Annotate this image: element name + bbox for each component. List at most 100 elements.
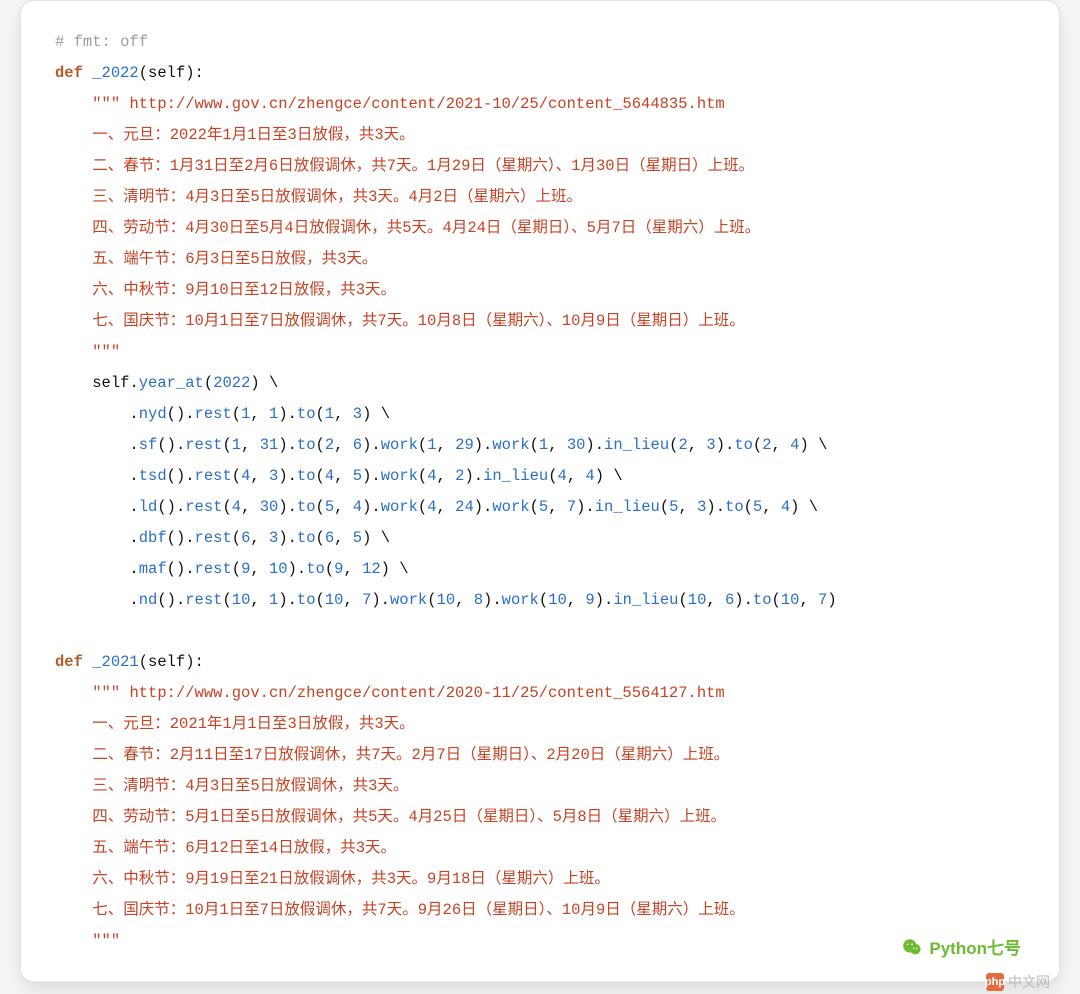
method: to	[297, 498, 316, 516]
method: rest	[195, 405, 232, 423]
line-cont: \	[818, 436, 827, 454]
func-name: _2022	[92, 64, 139, 82]
arg: 4	[585, 467, 594, 485]
arg: 2	[678, 436, 687, 454]
method: in_lieu	[483, 467, 548, 485]
keyword-def: def	[55, 653, 83, 671]
arg: 29	[455, 436, 474, 454]
arg: 6	[725, 591, 734, 609]
docstring-open: """	[92, 95, 120, 113]
arg: 4	[353, 498, 362, 516]
doc2-line-7: 七、国庆节：10月1日至7日放假调休，共7天。9月26日（星期日）、10月9日（…	[92, 901, 745, 919]
arg: 5	[539, 498, 548, 516]
arg: 5	[353, 529, 362, 547]
arg: 4	[232, 498, 241, 516]
arg: 30	[567, 436, 586, 454]
arg: 1	[232, 436, 241, 454]
method: work	[381, 498, 418, 516]
method: rest	[195, 529, 232, 547]
line-cont: \	[399, 560, 408, 578]
method: tsd	[139, 467, 167, 485]
doc2-line-2: 二、春节：2月11日至17日放假调休，共7天。2月7日（星期日）、2月20日（星…	[92, 746, 729, 764]
arg: 12	[362, 560, 381, 578]
arg: 10	[232, 591, 251, 609]
doc2-line-4: 四、劳动节：5月1日至5日放假调休，共5天。4月25日（星期日）、5月8日（星期…	[92, 808, 726, 826]
doc-line-6: 六、中秋节：9月10日至12日放假，共3天。	[92, 281, 396, 299]
method: to	[297, 591, 316, 609]
line-cont: \	[809, 498, 818, 516]
arg: 9	[241, 560, 250, 578]
method: rest	[195, 560, 232, 578]
arg: 10	[548, 591, 567, 609]
arg: 1	[269, 405, 278, 423]
method: work	[390, 591, 427, 609]
arg: 3	[697, 498, 706, 516]
method: to	[297, 467, 316, 485]
func-params: (self):	[139, 64, 204, 82]
arg: 7	[818, 591, 827, 609]
method: rest	[185, 436, 222, 454]
method: in_lieu	[613, 591, 678, 609]
arg: 3	[269, 467, 278, 485]
arg: 4	[427, 467, 436, 485]
func-params-2: (self):	[139, 653, 204, 671]
arg: 1	[539, 436, 548, 454]
arg: 10	[325, 591, 344, 609]
docstring-close: """	[92, 343, 120, 361]
method: rest	[185, 591, 222, 609]
method: to	[734, 436, 753, 454]
docstring-close-2: """	[92, 932, 120, 950]
doc2-line-6: 六、中秋节：9月19日至21日放假调休，共3天。9月18日（星期六）上班。	[92, 870, 610, 888]
arg: 2	[325, 436, 334, 454]
doc-line-2: 二、春节：1月31日至2月6日放假调休，共7天。1月29日（星期六）、1月30日…	[92, 157, 754, 175]
arg: 10	[437, 591, 456, 609]
arg: 5	[753, 498, 762, 516]
arg: 4	[558, 467, 567, 485]
self: self	[92, 374, 129, 392]
method: dbf	[139, 529, 167, 547]
doc2-line-5: 五、端午节：6月12日至14日放假，共3天。	[92, 839, 396, 857]
method: nd	[139, 591, 158, 609]
method: work	[492, 436, 529, 454]
line-cont: \	[269, 374, 278, 392]
frame: # fmt: off def _2022(self): """ http://w…	[0, 0, 1080, 994]
doc-line-3: 三、清明节：4月3日至5日放假调休，共3天。4月2日（星期六）上班。	[92, 188, 582, 206]
arg: 2	[762, 436, 771, 454]
method: to	[306, 560, 325, 578]
arg: 24	[455, 498, 474, 516]
method: sf	[139, 436, 158, 454]
arg: 8	[474, 591, 483, 609]
arg: 1	[427, 436, 436, 454]
method: maf	[139, 560, 167, 578]
method: nyd	[139, 405, 167, 423]
doc2-line-3: 三、清明节：4月3日至5日放假调休，共3天。	[92, 777, 408, 795]
method: work	[381, 467, 418, 485]
method: to	[297, 436, 316, 454]
func-name-2: _2021	[92, 653, 139, 671]
line-cont: \	[381, 405, 390, 423]
arg: 10	[781, 591, 800, 609]
arg: 7	[567, 498, 576, 516]
method-year-at: year_at	[139, 374, 204, 392]
method: work	[502, 591, 539, 609]
method: work	[381, 436, 418, 454]
method: work	[492, 498, 529, 516]
arg: 1	[241, 405, 250, 423]
line-cont: \	[613, 467, 622, 485]
docstring-open-2: """	[92, 684, 120, 702]
arg: 1	[269, 591, 278, 609]
code-card: # fmt: off def _2022(self): """ http://w…	[20, 0, 1060, 982]
doc-line-7: 七、国庆节：10月1日至7日放假调休，共7天。10月8日（星期六）、10月9日（…	[92, 312, 745, 330]
doc-url-2022: http://www.gov.cn/zhengce/content/2021-1…	[129, 95, 724, 113]
method: to	[297, 529, 316, 547]
doc-line-4: 四、劳动节：4月30日至5月4日放假调休，共5天。4月24日（星期日）、5月7日…	[92, 219, 760, 237]
arg: 5	[325, 498, 334, 516]
doc-line-5: 五、端午节：6月3日至5日放假，共3天。	[92, 250, 377, 268]
arg: 4	[241, 467, 250, 485]
method: in_lieu	[595, 498, 660, 516]
method: to	[725, 498, 744, 516]
doc2-line-1: 一、元旦：2021年1月1日至3日放假，共3天。	[92, 715, 414, 733]
method: ld	[139, 498, 158, 516]
arg: 30	[260, 498, 279, 516]
arg: 31	[260, 436, 279, 454]
